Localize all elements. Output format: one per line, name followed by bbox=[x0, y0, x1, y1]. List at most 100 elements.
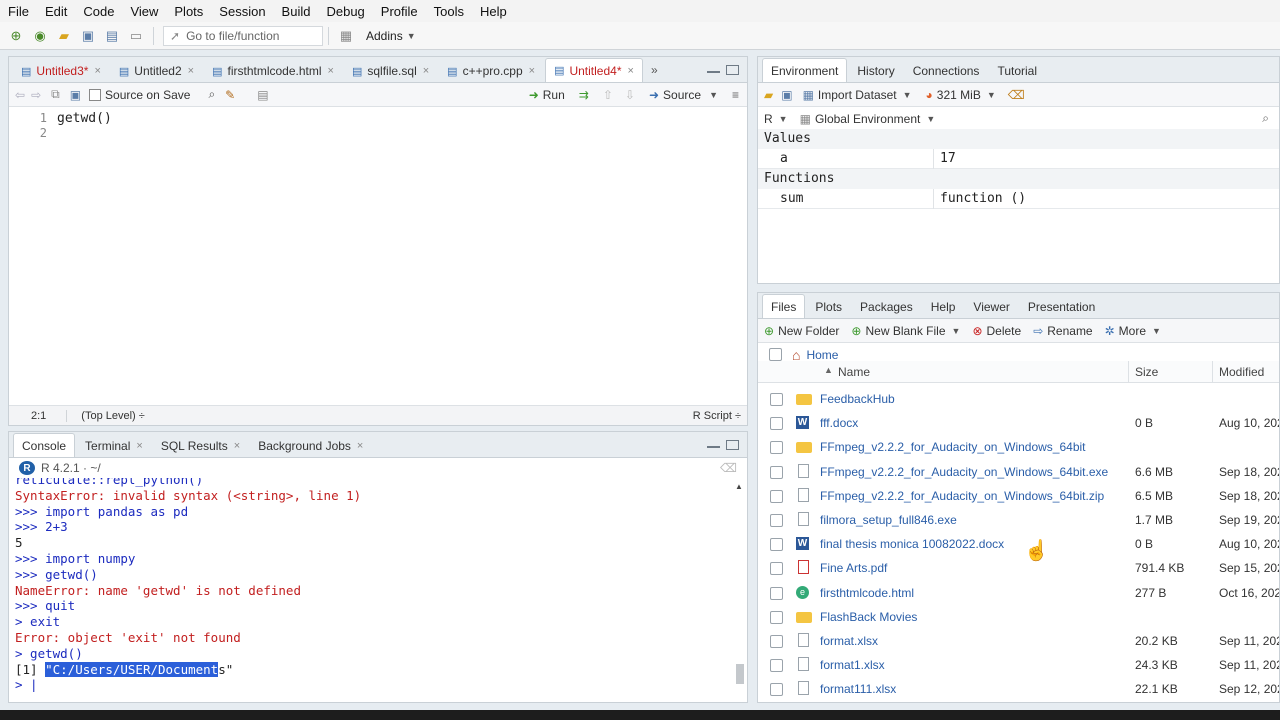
console-tab[interactable]: Console bbox=[13, 433, 76, 457]
file-row[interactable]: FeedbackHub bbox=[758, 387, 1279, 411]
file-checkbox[interactable] bbox=[770, 659, 783, 673]
menu-help[interactable]: Help bbox=[472, 4, 515, 19]
print-icon[interactable]: ▭ bbox=[128, 28, 144, 44]
file-row[interactable]: FlashBack Movies bbox=[758, 605, 1279, 629]
grid-layout-icon[interactable]: ▦ bbox=[338, 28, 354, 44]
addins-menu[interactable]: Addins bbox=[366, 29, 403, 43]
editor-tab[interactable]: ▤ Untitled3* × bbox=[13, 60, 109, 82]
editor-tab[interactable]: ▤ firsthtmlcode.html × bbox=[204, 60, 342, 82]
file-row[interactable]: Wfinal thesis monica 10082022.docx 0 B Aug… bbox=[758, 532, 1279, 556]
console-scrollbar[interactable]: ▲ bbox=[735, 482, 745, 698]
editor-code-area[interactable]: getwd() bbox=[55, 109, 747, 395]
open-file-icon[interactable]: ▰ bbox=[56, 28, 72, 44]
chevron-down-icon[interactable]: ▼ bbox=[779, 114, 788, 124]
delete-button[interactable]: ⊗ Delete bbox=[972, 324, 1021, 338]
rename-button[interactable]: ⇨ Rename bbox=[1033, 324, 1092, 338]
close-icon[interactable]: × bbox=[357, 440, 363, 452]
broom-icon[interactable]: ⌫ bbox=[720, 461, 737, 475]
scrollbar-thumb[interactable] bbox=[736, 664, 744, 684]
menu-debug[interactable]: Debug bbox=[318, 4, 372, 19]
search-icon[interactable]: ⌕ bbox=[208, 87, 215, 102]
run-button[interactable]: Run bbox=[543, 88, 565, 102]
size-column-header[interactable]: Size bbox=[1135, 365, 1158, 379]
file-name[interactable]: fff.docx bbox=[820, 416, 858, 430]
save-icon[interactable]: ▣ bbox=[70, 88, 81, 102]
file-checkbox[interactable] bbox=[770, 393, 783, 406]
broom-icon[interactable]: ⌫ bbox=[1008, 88, 1025, 102]
file-checkbox[interactable] bbox=[770, 417, 783, 431]
file-checkbox[interactable] bbox=[770, 610, 783, 624]
memory-usage[interactable]: 321 MiB bbox=[937, 88, 981, 102]
files-tab[interactable]: Viewer bbox=[965, 296, 1017, 318]
scope-selector[interactable]: Global Environment bbox=[815, 112, 920, 126]
save-icon[interactable]: ▣ bbox=[80, 28, 96, 44]
file-name[interactable]: Fine Arts.pdf bbox=[820, 561, 887, 575]
editor-window-controls[interactable] bbox=[707, 65, 739, 75]
close-icon[interactable]: × bbox=[328, 65, 334, 77]
console-result-line[interactable]: [1] "C:/Users/USER/Documents" bbox=[15, 661, 233, 677]
files-tab[interactable]: Presentation bbox=[1020, 296, 1103, 318]
file-name[interactable]: FFmpeg_v2.2.2_for_Audacity_on_Windows_64… bbox=[820, 465, 1108, 479]
file-row[interactable]: FFmpeg_v2.2.2_for_Audacity_on_Windows_64… bbox=[758, 435, 1279, 459]
files-tab[interactable]: Help bbox=[923, 296, 964, 318]
import-dataset-button[interactable]: Import Dataset bbox=[818, 88, 897, 102]
file-checkbox[interactable] bbox=[770, 489, 783, 503]
document-outline-icon[interactable]: ▤ bbox=[257, 88, 268, 102]
file-row[interactable]: Fine Arts.pdf 791.4 KB Sep 15, 202 bbox=[758, 556, 1279, 580]
file-name[interactable]: format.xlsx bbox=[820, 634, 878, 648]
environment-tab[interactable]: Tutorial bbox=[989, 60, 1045, 82]
file-type-selector[interactable]: R Script ÷ bbox=[693, 410, 741, 422]
minimize-icon[interactable] bbox=[707, 71, 720, 74]
file-checkbox[interactable] bbox=[770, 562, 783, 576]
close-icon[interactable]: × bbox=[188, 65, 194, 77]
menu-session[interactable]: Session bbox=[211, 4, 273, 19]
console-tab[interactable]: Terminal × bbox=[77, 435, 151, 457]
environment-tab[interactable]: Connections bbox=[905, 60, 988, 82]
console-tab[interactable]: Background Jobs × bbox=[250, 435, 371, 457]
new-folder-button[interactable]: ⊕ New Folder bbox=[764, 324, 839, 338]
back-arrow-icon[interactable]: ⇦ bbox=[15, 88, 25, 102]
chevron-down-icon[interactable]: ▼ bbox=[926, 114, 935, 124]
new-project-icon[interactable]: ◉ bbox=[32, 28, 48, 44]
menu-code[interactable]: Code bbox=[75, 4, 122, 19]
scope-selector[interactable]: (Top Level) ÷ bbox=[66, 409, 145, 422]
close-icon[interactable]: × bbox=[94, 65, 100, 77]
editor-tab[interactable]: ▤ c++pro.cpp × bbox=[439, 60, 543, 82]
maximize-icon[interactable] bbox=[726, 440, 739, 450]
file-checkbox[interactable] bbox=[770, 465, 783, 479]
close-icon[interactable]: × bbox=[136, 440, 142, 452]
forward-arrow-icon[interactable]: ⇨ bbox=[31, 88, 41, 102]
language-selector[interactable]: R bbox=[764, 112, 773, 126]
file-name[interactable]: FlashBack Movies bbox=[820, 610, 917, 624]
file-name[interactable]: firsthtmlcode.html bbox=[820, 586, 914, 600]
selected-text[interactable]: "C:/Users/USER/Document bbox=[45, 661, 219, 677]
menu-edit[interactable]: Edit bbox=[37, 4, 75, 19]
file-name[interactable]: final thesis monica 10082022.docx bbox=[820, 537, 1004, 551]
show-in-window-icon[interactable]: ⧉ bbox=[51, 87, 60, 102]
save-all-icon[interactable]: ▤ bbox=[104, 28, 120, 44]
console-prompt[interactable]: > | bbox=[15, 677, 38, 692]
up-icon[interactable]: ⇧ bbox=[603, 88, 613, 102]
file-checkbox[interactable] bbox=[770, 635, 783, 648]
hamburger-menu-icon[interactable]: ≡ bbox=[732, 88, 739, 102]
file-name[interactable]: FeedbackHub bbox=[820, 392, 895, 406]
code-line[interactable]: getwd() bbox=[57, 111, 112, 126]
close-icon[interactable]: × bbox=[423, 65, 429, 77]
chevron-down-icon[interactable]: ▼ bbox=[709, 90, 718, 100]
more-button[interactable]: ✲ More ▼ bbox=[1105, 324, 1161, 338]
console-tab[interactable]: SQL Results × bbox=[153, 435, 248, 457]
file-name[interactable]: format1.xlsx bbox=[820, 658, 885, 672]
environment-tab[interactable]: History bbox=[849, 60, 902, 82]
editor-tab[interactable]: ▤ Untitled4* × bbox=[545, 58, 643, 82]
chevron-down-icon[interactable]: ▼ bbox=[903, 90, 912, 100]
file-row[interactable]: format.xlsx 20.2 KB Sep 11, 202 bbox=[758, 629, 1279, 653]
magic-wand-icon[interactable]: ✎ bbox=[225, 88, 235, 102]
files-tab[interactable]: Files bbox=[762, 294, 806, 318]
file-row[interactable]: filmora_setup_full846.exe 1.7 MB Sep 19, 2… bbox=[758, 508, 1279, 532]
menu-build[interactable]: Build bbox=[274, 4, 319, 19]
new-blank-file-button[interactable]: ⊕ New Blank File ▼ bbox=[851, 324, 960, 338]
file-checkbox[interactable] bbox=[770, 538, 783, 552]
down-icon[interactable]: ⇩ bbox=[625, 88, 635, 102]
search-icon[interactable]: ⌕ bbox=[1262, 111, 1269, 126]
maximize-icon[interactable] bbox=[726, 65, 739, 75]
